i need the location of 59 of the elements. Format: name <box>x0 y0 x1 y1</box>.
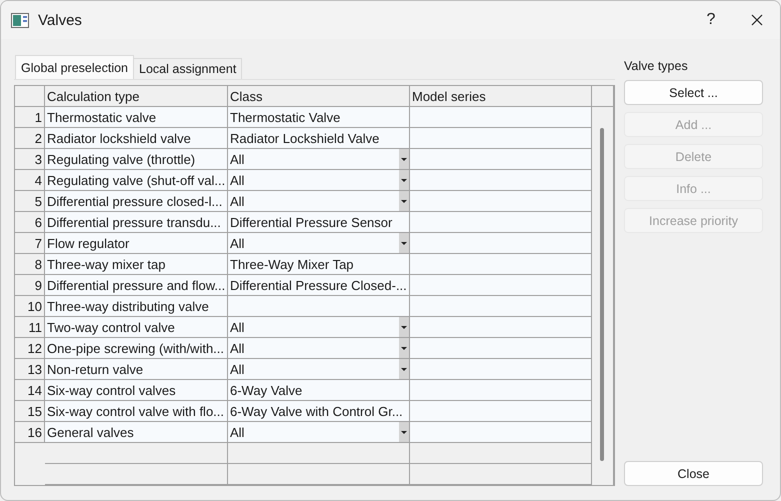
row-number: 10 <box>15 296 45 317</box>
tab[interactable]: Global preselection <box>15 55 134 79</box>
row-number: 8 <box>15 254 45 275</box>
table-cell: Six-way control valve with flo... <box>45 401 228 422</box>
row-number: 14 <box>15 380 45 401</box>
class-dropdown[interactable]: All <box>228 149 410 170</box>
help-button[interactable]: ? <box>688 1 734 39</box>
table-cell: Differential pressure and flow... <box>45 275 228 296</box>
row-number: 16 <box>15 422 45 443</box>
table-cell: Non-return valve <box>45 359 228 380</box>
table-cell: Three-way mixer tap <box>45 254 228 275</box>
table-cell: Regulating valve (shut-off val... <box>45 170 228 191</box>
table-cell: One-pipe screwing (with/with... <box>45 338 228 359</box>
class-dropdown[interactable]: All <box>228 422 410 443</box>
row-number: 4 <box>15 170 45 191</box>
table-cell: Regulating valve (throttle) <box>45 149 228 170</box>
window-icon <box>11 12 29 28</box>
window-title: Valves <box>38 12 83 28</box>
row-number: 3 <box>15 149 45 170</box>
table-cell: Thermostatic valve <box>45 107 228 128</box>
row-number: 9 <box>15 275 45 296</box>
table-cell: Radiator Lockshield Valve <box>228 128 410 149</box>
class-dropdown[interactable]: All <box>228 191 410 212</box>
row-number: 13 <box>15 359 45 380</box>
table-cell: Thermostatic Valve <box>228 107 410 128</box>
class-dropdown[interactable]: All <box>228 359 410 380</box>
row-number: 6 <box>15 212 45 233</box>
column-header[interactable]: Model series <box>410 86 592 107</box>
table-cell: Two-way control valve <box>45 317 228 338</box>
class-dropdown[interactable]: All <box>228 233 410 254</box>
row-number: 2 <box>15 128 45 149</box>
column-header[interactable]: Class <box>228 86 410 107</box>
class-dropdown[interactable]: All <box>228 338 410 359</box>
class-dropdown[interactable]: All <box>228 170 410 191</box>
table-cell: 6-Way Valve <box>228 380 410 401</box>
tab[interactable]: Local assignment <box>133 58 242 79</box>
row-number: 5 <box>15 191 45 212</box>
table-cell: Six-way control valves <box>45 380 228 401</box>
close-button[interactable]: Close <box>624 461 763 486</box>
table-cell: Differential Pressure Sensor <box>228 212 410 233</box>
table-cell: Three-Way Mixer Tap <box>228 254 410 275</box>
table-cell: Differential Pressure Closed-... <box>228 275 410 296</box>
column-header[interactable]: Calculation type <box>45 86 228 107</box>
action-button[interactable]: Select ... <box>624 80 763 105</box>
row-number: 11 <box>15 317 45 338</box>
table-cell: 6-Way Valve with Control Gr... <box>228 401 410 422</box>
row-number: 7 <box>15 233 45 254</box>
table-cell: Radiator lockshield valve <box>45 128 228 149</box>
table-cell: Three-way distributing valve <box>45 296 228 317</box>
table-cell: General valves <box>45 422 228 443</box>
table-cell: Differential pressure closed-l... <box>45 191 228 212</box>
scrollbar[interactable] <box>600 128 604 461</box>
class-dropdown[interactable]: All <box>228 317 410 338</box>
row-number: 15 <box>15 401 45 422</box>
row-number: 12 <box>15 338 45 359</box>
table-cell: Differential pressure transdu... <box>45 212 228 233</box>
table-cell: Flow regulator <box>45 233 228 254</box>
section-label: Valve types <box>624 59 689 73</box>
row-number: 1 <box>15 107 45 128</box>
